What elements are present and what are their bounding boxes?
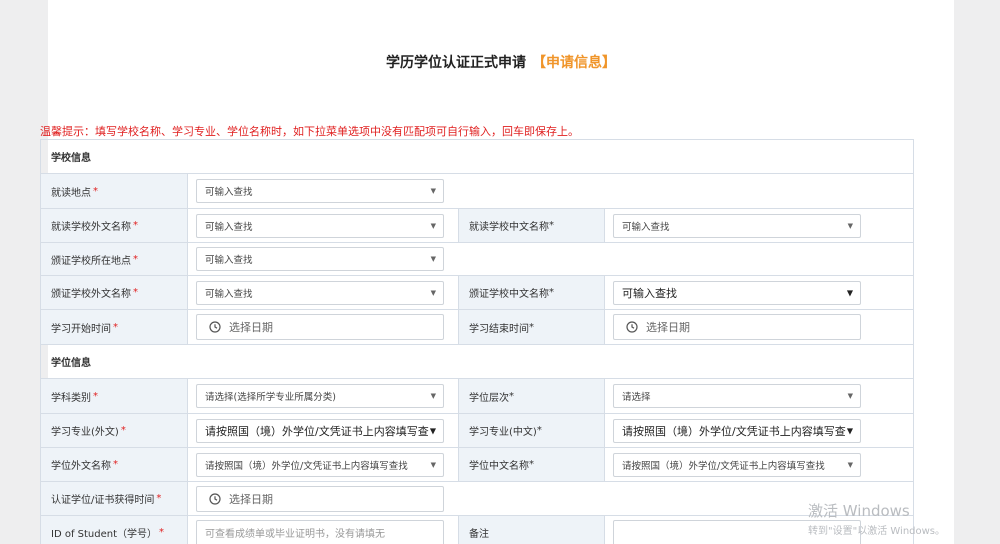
study-start-label: 学习开始时间 *	[41, 310, 188, 344]
chevron-down-icon: ▼	[430, 392, 436, 400]
chevron-down-icon: ▼	[430, 221, 436, 230]
chevron-down-icon: ▼	[430, 187, 436, 195]
degree-level-select[interactable]: 请选择 ▼	[613, 384, 861, 408]
row-major: 学习专业(外文) * 请按照国（境）外学位/文凭证书上内容填写查 ▼ 学习专业(中文…	[40, 414, 914, 448]
page-title: 学历学位认证正式申请 【申请信息】	[48, 52, 954, 72]
row-degree-name: 学位外文名称 * 请按照国（境）外学位/文凭证书上内容填写查找 ▼ 学位中文名称 *…	[40, 448, 914, 482]
study-end-date-picker[interactable]: 选择日期	[613, 314, 861, 340]
row-degree-obtained: 认证学位/证书获得时间 * 选择日期	[40, 482, 914, 516]
degree-chinese-name-select[interactable]: 请按照国（境）外学位/文凭证书上内容填写查找 ▼	[613, 452, 861, 477]
school-chinese-name-label: 就读学校中文名称 *	[458, 209, 605, 242]
page-title-text: 学历学位认证正式申请	[386, 55, 526, 71]
subject-category-label: 学科类别 *	[41, 379, 188, 413]
clock-icon	[209, 321, 221, 333]
study-location-label: 就读地点 *	[41, 174, 188, 208]
application-form: 学校信息 就读地点 * 可输入查找 ▼ 就读学校外文名称 * 可输入查找 ▼ 就读学校中…	[40, 139, 914, 544]
school-foreign-name-select[interactable]: 可输入查找 ▼	[196, 213, 444, 238]
major-foreign-select[interactable]: 请按照国（境）外学位/文凭证书上内容填写查 ▼	[196, 418, 444, 443]
row-study-location: 就读地点 * 可输入查找 ▼	[40, 174, 914, 209]
major-foreign-label: 学习专业(外文) *	[41, 414, 188, 447]
degree-obtained-time-label: 认证学位/证书获得时间 *	[41, 482, 188, 515]
chevron-down-icon: ▼	[429, 426, 436, 435]
chevron-down-icon: ▼	[430, 288, 436, 297]
cert-school-location-label: 颁证学校所在地点 *	[41, 243, 188, 275]
chevron-down-icon: ▼	[847, 392, 853, 400]
row-subject: 学科类别 * 请选择(选择所学专业所属分类) ▼ 学位层次 * 请选择 ▼	[40, 379, 914, 414]
clock-icon	[626, 321, 638, 333]
section-header-degree: 学位信息	[40, 345, 914, 379]
major-chinese-label: 学习专业(中文) *	[458, 414, 605, 447]
major-chinese-select[interactable]: 请按照国（境）外学位/文凭证书上内容填写查 ▼	[613, 418, 861, 443]
clock-icon	[209, 492, 221, 505]
chevron-down-icon: ▼	[846, 426, 853, 435]
cert-school-chinese-name-select[interactable]: 可输入查找 ▼	[613, 280, 861, 305]
section-header-school: 学校信息	[40, 140, 914, 174]
chevron-down-icon: ▼	[430, 255, 436, 263]
degree-obtained-date-picker[interactable]: 选择日期	[196, 485, 444, 512]
cert-school-foreign-name-label: 颁证学校外文名称 *	[41, 276, 188, 309]
study-end-label: 学习结束时间 *	[458, 310, 605, 344]
subject-category-select[interactable]: 请选择(选择所学专业所属分类) ▼	[196, 384, 444, 408]
page-title-tag: 【申请信息】	[532, 55, 616, 71]
row-school-name: 就读学校外文名称 * 可输入查找 ▼ 就读学校中文名称 * 可输入查找 ▼	[40, 209, 914, 243]
degree-level-label: 学位层次 *	[458, 379, 605, 413]
degree-chinese-name-label: 学位中文名称 *	[458, 448, 605, 481]
row-cert-school-name: 颁证学校外文名称 * 可输入查找 ▼ 颁证学校中文名称 * 可输入查找 ▼	[40, 276, 914, 310]
study-location-select[interactable]: 可输入查找 ▼	[196, 179, 444, 203]
degree-foreign-name-label: 学位外文名称 *	[41, 448, 188, 481]
row-cert-school-location: 颁证学校所在地点 * 可输入查找 ▼	[40, 243, 914, 276]
school-chinese-name-select[interactable]: 可输入查找 ▼	[613, 213, 861, 238]
chevron-down-icon: ▼	[847, 221, 853, 230]
remarks-label: 备注	[458, 516, 605, 544]
windows-activation-watermark: 激活 Windows	[808, 502, 910, 520]
study-start-date-picker[interactable]: 选择日期	[196, 314, 444, 340]
windows-activation-hint: 转到"设置"以激活 Windows。	[808, 526, 946, 537]
student-id-label: ID of Student（学号） *	[41, 516, 188, 544]
warning-tip: 温馨提示：填写学校名称、学习专业、学位名称时，如下拉菜单选项中没有匹配项可自行输…	[40, 125, 579, 138]
chevron-down-icon: ▼	[846, 288, 853, 297]
school-foreign-name-label: 就读学校外文名称 *	[41, 209, 188, 242]
row-study-period: 学习开始时间 * 选择日期 学习结束时间 * 选择日期	[40, 310, 914, 345]
cert-school-chinese-name-label: 颁证学校中文名称 *	[458, 276, 605, 309]
row-student-id: ID of Student（学号） * 可查看成绩单或毕业证明书，没有请填无 备…	[40, 516, 914, 544]
student-id-input[interactable]: 可查看成绩单或毕业证明书，没有请填无	[196, 519, 444, 544]
cert-school-location-select[interactable]: 可输入查找 ▼	[196, 247, 444, 271]
chevron-down-icon: ▼	[430, 460, 436, 469]
degree-foreign-name-select[interactable]: 请按照国（境）外学位/文凭证书上内容填写查找 ▼	[196, 452, 444, 477]
cert-school-foreign-name-select[interactable]: 可输入查找 ▼	[196, 280, 444, 305]
chevron-down-icon: ▼	[847, 460, 853, 469]
